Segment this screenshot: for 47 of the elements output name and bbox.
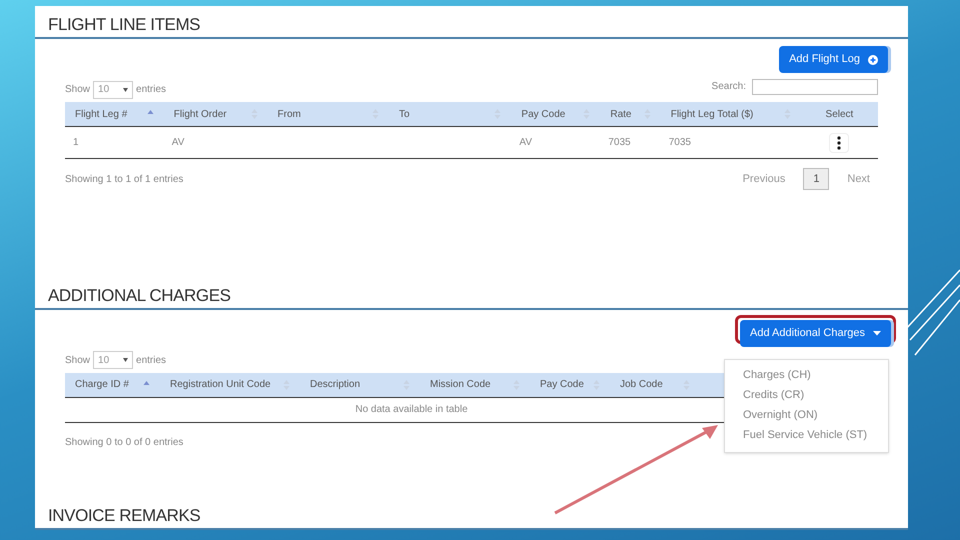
dropdown-button[interactable]: Add Additional Charges: [740, 320, 891, 347]
show-label: Show: [65, 83, 90, 97]
column-header[interactable]: Rate: [600, 102, 661, 126]
plus-circle-icon: [868, 54, 878, 64]
column-header[interactable]: Description: [300, 372, 420, 397]
menu-item[interactable]: Overnight (ON): [725, 406, 888, 426]
next-link[interactable]: Next: [839, 170, 878, 188]
table-cell-text: AV: [519, 136, 532, 150]
entries-select[interactable]: 10: [93, 351, 134, 370]
section-title: FLIGHT LINE ITEMS: [48, 16, 202, 33]
table-cell-text: AV: [172, 136, 184, 150]
entries-label: entries: [136, 354, 166, 368]
column-header[interactable]: Pay Code: [511, 102, 600, 126]
table-info: Showing 1 to 1 of 1 entries: [65, 172, 184, 186]
column-header[interactable]: Flight Leg #: [65, 102, 164, 126]
column-header[interactable]: Flight Order: [164, 102, 268, 126]
column-header[interactable]: Select: [800, 102, 878, 126]
table-cell-text: 7035: [668, 136, 691, 150]
table-cell-text: 7035: [608, 136, 631, 150]
search-field[interactable]: [752, 78, 878, 94]
menu-item[interactable]: Charges (CH): [725, 366, 888, 386]
column-header[interactable]: Charge ID #: [65, 372, 160, 397]
show-label: Show: [65, 354, 90, 368]
empty-table-message: No data available in table: [355, 403, 468, 418]
more-options-icon[interactable]: [829, 132, 850, 152]
menu-item[interactable]: Fuel Service Vehicle (ST): [725, 426, 888, 446]
add-button[interactable]: Add Flight Log: [779, 46, 888, 73]
column-header[interactable]: To: [388, 102, 512, 126]
column-header[interactable]: Job Code: [610, 372, 700, 397]
entries-label: entries: [136, 83, 166, 97]
caret-icon: [123, 88, 128, 92]
column-header[interactable]: Flight Leg Total ($): [660, 102, 801, 126]
column-header[interactable]: From: [268, 102, 389, 126]
column-header[interactable]: Pay Code: [530, 372, 610, 397]
column-header[interactable]: Mission Code: [420, 372, 530, 397]
section-title: INVOICE REMARKS: [48, 507, 202, 524]
previous-link[interactable]: Previous: [734, 170, 794, 188]
column-header[interactable]: Registration Unit Code: [160, 372, 300, 397]
menu-item[interactable]: Credits (CR): [725, 386, 888, 406]
section-title: ADDITIONAL CHARGES: [48, 286, 232, 304]
entries-select[interactable]: 10: [93, 80, 134, 98]
caret-icon: [873, 330, 881, 336]
table-info: Showing 0 to 0 of 0 entries: [65, 436, 184, 450]
search-label: Search:: [712, 80, 746, 94]
caret-icon: [123, 358, 128, 362]
page-button[interactable]: 1: [803, 168, 830, 190]
table-cell-text: 1: [73, 136, 79, 150]
